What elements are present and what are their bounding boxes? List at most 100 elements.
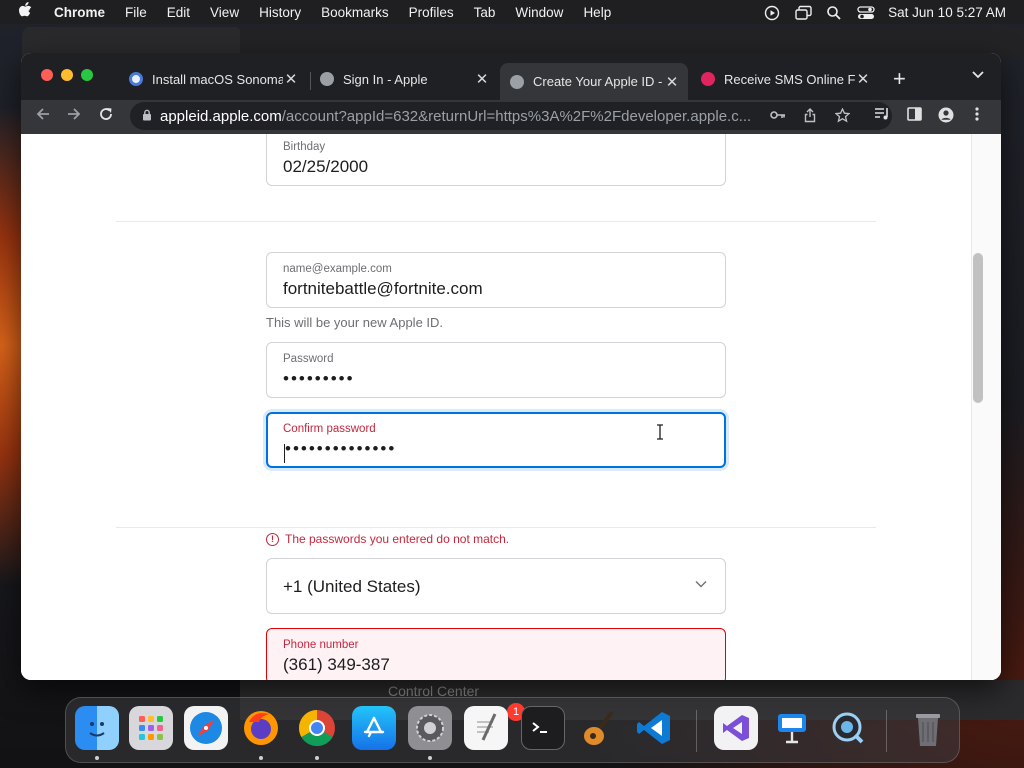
keynote-icon[interactable] [770, 706, 814, 750]
close-tab-icon[interactable]: ✕ [664, 73, 680, 91]
tab-title: Create Your Apple ID - [533, 74, 663, 89]
confirm-password-field[interactable]: Confirm password •••••••••••••• [266, 412, 726, 468]
email-placeholder-label: name@example.com [283, 263, 392, 275]
tab-sign-in-apple[interactable]: Sign In - Apple ✕ [310, 63, 498, 95]
apple-favicon-icon [320, 72, 334, 86]
confirm-password-masked-value: •••••••••••••• [285, 439, 397, 458]
close-tab-icon[interactable]: ✕ [855, 70, 871, 88]
media-queue-icon[interactable] [874, 107, 890, 125]
control-center-icon[interactable] [857, 5, 875, 19]
forward-arrow-icon[interactable] [66, 106, 82, 127]
tab-title: Sign In - Apple [343, 71, 428, 87]
browser-toolbar: appleid.apple.com /account?appId=632&ret… [21, 100, 1001, 134]
confirm-password-label: Confirm password [283, 423, 376, 435]
running-indicator [259, 756, 263, 760]
terminal-icon[interactable] [521, 706, 565, 750]
running-indicator [428, 756, 432, 760]
new-tab-icon[interactable]: + [893, 66, 906, 92]
url-host: appleid.apple.com [160, 107, 282, 125]
quicktime-icon[interactable] [826, 706, 870, 750]
phone-number-field[interactable]: Phone number (361) 349-387 [266, 628, 726, 680]
close-tab-icon[interactable]: ✕ [474, 70, 490, 88]
email-value: fortnitebattle@fortnite.com [283, 279, 483, 298]
sms-favicon-icon [701, 72, 715, 86]
close-tab-icon[interactable]: ✕ [283, 70, 299, 88]
password-mismatch-error: ! The passwords you entered do not match… [266, 532, 509, 546]
safari-icon[interactable] [184, 706, 228, 750]
country-code-value: +1 (United States) [283, 577, 421, 596]
menu-bar: Chrome File Edit View History Bookmarks … [0, 0, 1024, 24]
running-indicator [315, 756, 319, 760]
ibeam-cursor-icon [656, 424, 664, 444]
textedit-icon[interactable] [464, 706, 508, 750]
menu-profiles[interactable]: Profiles [409, 5, 454, 20]
page-scrollbar-track[interactable] [971, 134, 1001, 680]
minimize-window-button[interactable] [61, 69, 73, 81]
phone-number-value: (361) 349-387 [283, 655, 390, 674]
birthday-label: Birthday [283, 141, 326, 153]
error-message-text: The passwords you entered do not match. [285, 532, 510, 546]
email-field[interactable]: name@example.com fortnitebattle@fortnite… [266, 252, 726, 308]
tab-search-chevron-icon[interactable] [971, 67, 985, 83]
dock-separator [696, 710, 697, 752]
tab-receive-sms[interactable]: Receive SMS Online F ✕ [691, 63, 879, 95]
birthday-value: 02/25/2000 [283, 157, 369, 176]
screen-mirroring-icon[interactable] [795, 5, 812, 20]
menu-file[interactable]: File [125, 5, 147, 20]
tab-install-macos[interactable]: Install macOS Sonoma ✕ [119, 63, 307, 95]
menu-edit[interactable]: Edit [167, 5, 190, 20]
launchpad-icon[interactable] [129, 706, 173, 750]
firefox-icon[interactable] [239, 706, 283, 750]
chrome-icon[interactable] [295, 706, 339, 750]
menu-history[interactable]: History [259, 5, 301, 20]
apple-id-hint: This will be your new Apple ID. [266, 315, 444, 330]
back-arrow-icon[interactable] [35, 106, 51, 127]
web-page-content: Birthday 02/25/2000 name@example.com for… [21, 134, 1001, 680]
spotlight-search-icon[interactable] [826, 5, 843, 20]
dock-separator [886, 710, 887, 752]
side-panel-icon[interactable] [907, 107, 922, 125]
finder-icon[interactable] [75, 706, 119, 750]
bookmark-star-icon[interactable] [834, 107, 851, 126]
password-field[interactable]: Password ••••••••• [266, 342, 726, 398]
app-store-icon[interactable] [352, 706, 396, 750]
menu-help[interactable]: Help [583, 5, 611, 20]
url-path: /account?appId=632&returnUrl=https%3A%2F… [281, 107, 752, 125]
reload-icon[interactable] [98, 106, 114, 127]
trash-icon[interactable] [906, 706, 950, 750]
visual-studio-icon[interactable] [714, 706, 758, 750]
tab-strip: Install macOS Sonoma ✕ Sign In - Apple ✕… [21, 53, 1001, 100]
menu-bookmarks[interactable]: Bookmarks [321, 5, 389, 20]
apple-menu-icon[interactable] [18, 2, 38, 22]
page-scrollbar-thumb[interactable] [973, 253, 983, 403]
tab-title: Install macOS Sonoma [152, 71, 283, 87]
profile-avatar-icon[interactable] [938, 107, 954, 127]
close-window-button[interactable] [41, 69, 53, 81]
birthday-field[interactable]: Birthday 02/25/2000 [266, 134, 726, 186]
country-code-select[interactable]: +1 (United States) [266, 558, 726, 614]
lock-icon[interactable] [142, 109, 152, 124]
share-icon[interactable] [804, 108, 816, 126]
tab-title: Receive SMS Online F [724, 71, 855, 87]
chrome-menu-icon[interactable] [975, 107, 979, 125]
menu-app-name[interactable]: Chrome [54, 5, 105, 20]
menubar-clock[interactable]: Sat Jun 10 5:27 AM [888, 5, 1006, 20]
now-playing-icon[interactable] [764, 5, 781, 21]
phone-number-label: Phone number [283, 639, 359, 651]
section-divider [116, 221, 876, 222]
menu-view[interactable]: View [210, 5, 239, 20]
password-label: Password [283, 353, 334, 365]
menu-tab[interactable]: Tab [474, 5, 496, 20]
running-indicator [95, 756, 99, 760]
section-divider-2 [116, 527, 876, 528]
system-settings-icon[interactable] [408, 706, 452, 750]
clock-favicon-icon [129, 72, 143, 86]
tab-create-apple-id[interactable]: Create Your Apple ID - ✕ [500, 63, 688, 100]
menu-window[interactable]: Window [515, 5, 563, 20]
password-key-icon[interactable] [770, 108, 786, 124]
dock: 1 [65, 697, 960, 763]
zoom-window-button[interactable] [81, 69, 93, 81]
garageband-icon[interactable] [576, 706, 620, 750]
vscode-icon[interactable] [632, 706, 676, 750]
chevron-down-icon [695, 577, 707, 591]
